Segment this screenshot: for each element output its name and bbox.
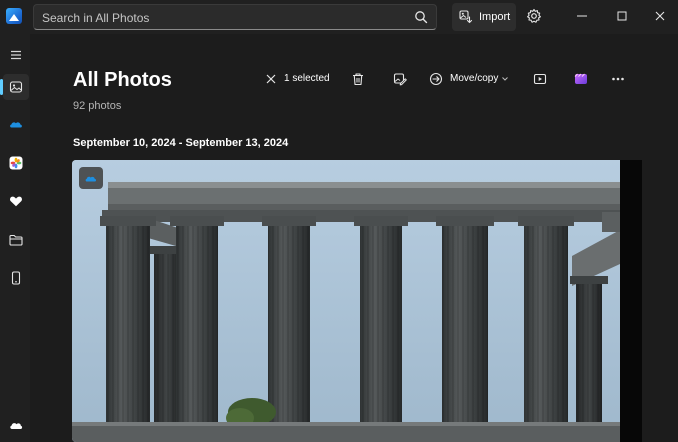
gear-icon[interactable] — [526, 8, 542, 24]
sidebar-item-onedrive[interactable] — [3, 111, 29, 137]
sidebar-item-menu[interactable] — [3, 42, 29, 68]
heart-icon — [10, 196, 22, 207]
onedrive-icon — [85, 176, 97, 182]
import-button[interactable]: Import — [452, 3, 516, 31]
selected-count: 1 selected — [284, 73, 330, 84]
sidebar-item-folders[interactable] — [3, 227, 29, 253]
sidebar — [0, 34, 30, 442]
delete-button[interactable] — [348, 70, 368, 90]
phone-icon — [11, 271, 21, 285]
photo-scroll-edge — [620, 160, 642, 442]
sidebar-item-phone[interactable] — [3, 265, 29, 291]
more-icon — [612, 77, 624, 81]
cloud-icon — [10, 423, 23, 429]
photo-count: 92 photos — [73, 100, 122, 112]
onedrive-badge — [79, 167, 103, 189]
photos-app-icon — [6, 8, 22, 24]
sidebar-item-favorites[interactable] — [3, 188, 29, 214]
search-input[interactable]: Search in All Photos — [42, 11, 149, 25]
page-title: All Photos — [73, 69, 172, 91]
icloud-photos-icon — [9, 156, 23, 170]
close-icon[interactable] — [652, 8, 668, 24]
sidebar-item-cloud[interactable] — [3, 412, 29, 438]
hamburger-icon — [11, 50, 21, 60]
onedrive-icon — [10, 122, 22, 128]
gallery-icon — [9, 81, 23, 93]
slideshow-button[interactable] — [532, 70, 552, 90]
trash-icon — [353, 73, 363, 86]
photo-thumbnail[interactable] — [72, 160, 642, 442]
close-icon — [266, 74, 276, 84]
slideshow-icon — [533, 73, 547, 85]
title-bar: Search in All Photos Import — [0, 0, 678, 34]
sidebar-item-gallery[interactable] — [3, 74, 29, 100]
search-box[interactable]: Search in All Photos — [33, 4, 437, 30]
folder-icon — [9, 234, 23, 246]
edit-image-icon — [393, 73, 407, 86]
main-content: All Photos 92 photos 1 selected Move/cop… — [30, 34, 678, 442]
sidebar-item-icloud-photos[interactable] — [3, 150, 29, 176]
more-options-button[interactable] — [610, 70, 630, 90]
clear-selection-button[interactable]: 1 selected — [262, 70, 332, 90]
video-editor-icon — [574, 73, 587, 84]
clipchamp-button[interactable] — [573, 70, 593, 90]
photo-image — [72, 160, 642, 442]
search-icon[interactable] — [414, 10, 428, 24]
minimize-icon[interactable] — [574, 8, 590, 24]
date-group-header: September 10, 2024 - September 13, 2024 — [73, 137, 289, 149]
chevron-down-icon — [502, 77, 508, 81]
maximize-icon[interactable] — [614, 8, 630, 24]
import-label: Import — [479, 11, 511, 23]
import-icon — [459, 10, 473, 24]
move-copy-label: Move/copy — [450, 73, 499, 84]
move-copy-button[interactable]: Move/copy — [428, 70, 510, 90]
edit-image-button[interactable] — [390, 70, 410, 90]
move-icon — [429, 72, 443, 86]
